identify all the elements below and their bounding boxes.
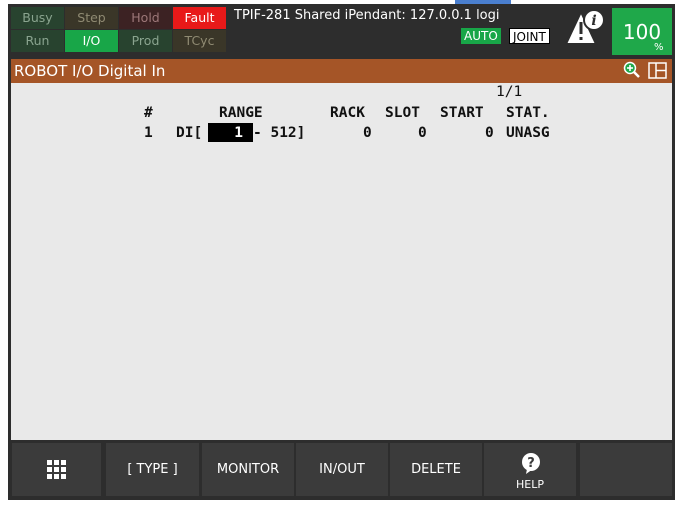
status-fault: Fault xyxy=(173,7,226,29)
speed-value: 100 xyxy=(622,20,662,44)
col-header-rack: RACK xyxy=(330,105,365,121)
status-io: I/O xyxy=(65,30,118,52)
col-header-stat: STAT. xyxy=(506,105,550,121)
slot-value[interactable]: 0 xyxy=(418,125,427,141)
delete-button[interactable]: DELETE xyxy=(390,443,482,496)
screen-title-bar: ROBOT I/O Digital In xyxy=(11,59,672,83)
range-end: - 512] xyxy=(253,125,306,141)
content-area: 1/1 # RANGE RACK SLOT START STAT. 1 DI[ … xyxy=(11,83,672,440)
pendant-title: TPIF-281 Shared iPendant: 127.0.0.1 logi xyxy=(234,8,500,23)
status-prod: Prod xyxy=(119,30,172,52)
rack-value[interactable]: 0 xyxy=(363,125,372,141)
top-accent-strip xyxy=(455,0,511,4)
in-out-button[interactable]: IN/OUT xyxy=(296,443,388,496)
svg-text:i: i xyxy=(591,13,596,29)
col-header-start: START xyxy=(440,105,484,121)
help-button[interactable]: ? HELP xyxy=(484,443,576,496)
speed-override[interactable]: 100 % xyxy=(612,8,672,55)
monitor-button[interactable]: MONITOR xyxy=(202,443,294,496)
type-button[interactable]: [ TYPE ] xyxy=(106,443,199,496)
row-number: 1 xyxy=(144,125,153,141)
zoom-in-icon[interactable] xyxy=(623,61,641,79)
help-icon: ? xyxy=(522,453,540,474)
col-header-range: RANGE xyxy=(219,105,263,121)
stat-value: UNASG xyxy=(506,125,550,141)
mode-badge: AUTO xyxy=(461,28,501,44)
status-step: Step xyxy=(65,7,118,29)
warning-info-icon[interactable]: i xyxy=(564,8,605,48)
blank-function-button[interactable] xyxy=(580,443,672,496)
range-prefix: DI[ xyxy=(176,125,203,141)
screen-title: ROBOT I/O Digital In xyxy=(14,62,166,80)
help-label: HELP xyxy=(516,478,544,491)
window-split-icon[interactable] xyxy=(648,62,667,79)
status-tcyc: TCyc xyxy=(173,30,226,52)
col-header-num: # xyxy=(144,105,153,121)
status-run: Run xyxy=(11,30,64,52)
status-busy: Busy xyxy=(11,7,64,29)
grid-menu-icon xyxy=(47,460,66,479)
menu-grid-button[interactable] xyxy=(12,443,101,496)
function-key-bar: [ TYPE ] MONITOR IN/OUT DELETE ? HELP xyxy=(11,443,672,496)
col-header-slot: SLOT xyxy=(385,105,420,121)
svg-text:?: ? xyxy=(527,456,535,471)
start-value[interactable]: 0 xyxy=(485,125,494,141)
status-hold: Hold xyxy=(119,7,172,29)
page-indicator: 1/1 xyxy=(496,84,523,100)
coord-badge[interactable]: JOINT xyxy=(509,28,550,44)
range-start-cursor[interactable]: 1 xyxy=(208,123,253,142)
speed-unit: % xyxy=(654,42,664,53)
